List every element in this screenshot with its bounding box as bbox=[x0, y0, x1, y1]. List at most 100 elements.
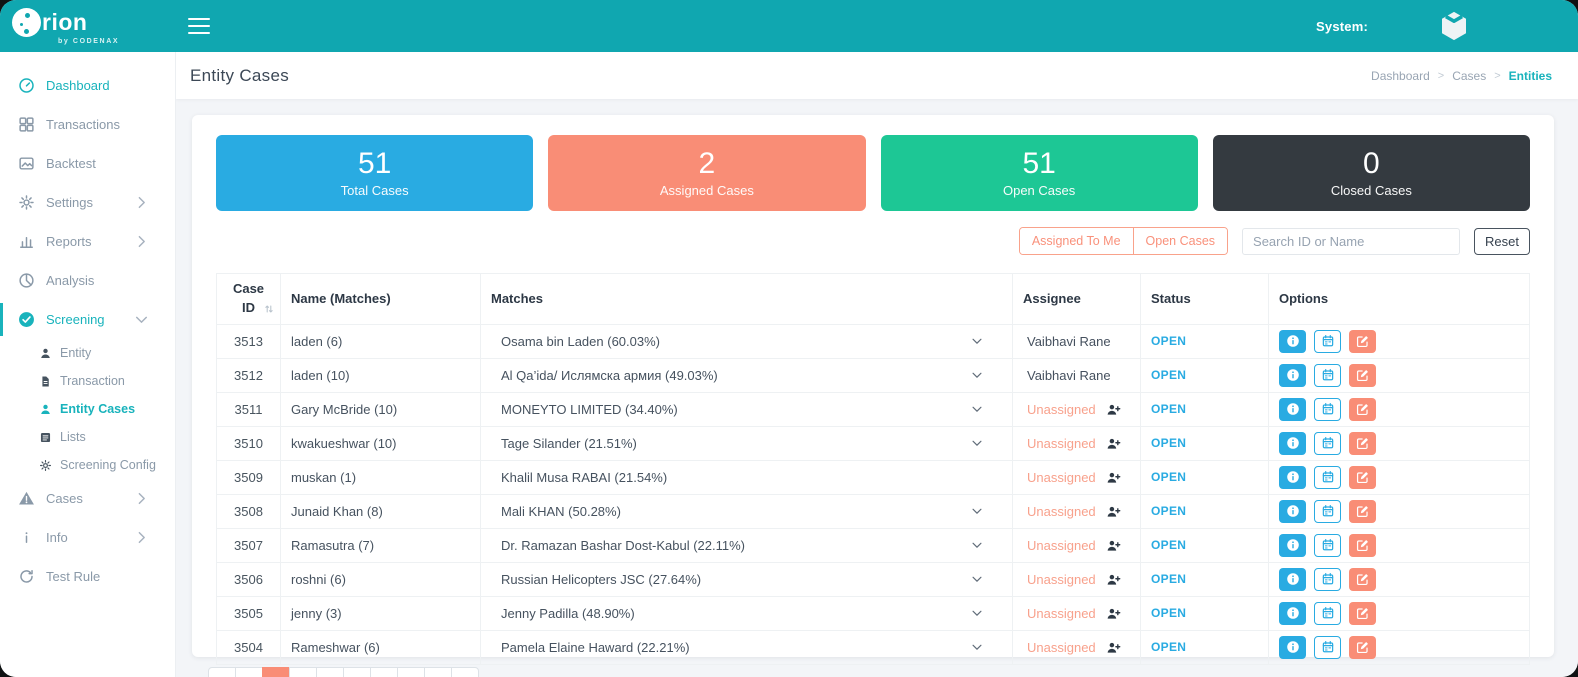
breadcrumb-entities[interactable]: Entities bbox=[1509, 69, 1552, 83]
system-package-icon[interactable] bbox=[1436, 8, 1472, 44]
expand-matches-icon[interactable] bbox=[970, 402, 984, 416]
sidebar-subitem-entity-cases[interactable]: Entity Cases bbox=[0, 395, 175, 423]
sidebar-item-analysis[interactable]: Analysis bbox=[0, 261, 175, 300]
open-cases-button[interactable]: Open Cases bbox=[1133, 228, 1227, 254]
assign-user-icon[interactable] bbox=[1106, 436, 1121, 451]
reset-button[interactable]: Reset bbox=[1474, 228, 1530, 255]
edit-button[interactable] bbox=[1349, 432, 1376, 455]
cell-case-id: 3511 bbox=[217, 392, 281, 426]
expand-matches-icon[interactable] bbox=[970, 640, 984, 654]
stat-card-closed-cases[interactable]: 0Closed Cases bbox=[1213, 135, 1530, 211]
edit-button[interactable] bbox=[1349, 636, 1376, 659]
edit-button[interactable] bbox=[1349, 500, 1376, 523]
edit-button[interactable] bbox=[1349, 602, 1376, 625]
calendar-button[interactable] bbox=[1314, 602, 1341, 625]
assign-user-icon[interactable] bbox=[1106, 504, 1121, 519]
expand-matches-icon[interactable] bbox=[970, 572, 984, 586]
sidebar-item-settings[interactable]: Settings bbox=[0, 183, 175, 222]
pagination-page[interactable] bbox=[343, 667, 371, 677]
sidebar-item-backtest[interactable]: Backtest bbox=[0, 144, 175, 183]
filter-row: Assigned To Me Open Cases Reset bbox=[216, 227, 1530, 255]
breadcrumb-dashboard[interactable]: Dashboard bbox=[1371, 69, 1430, 83]
edit-button[interactable] bbox=[1349, 466, 1376, 489]
stat-card-open-cases[interactable]: 51Open Cases bbox=[881, 135, 1198, 211]
calendar-button[interactable] bbox=[1314, 330, 1341, 353]
expand-matches-icon[interactable] bbox=[970, 538, 984, 552]
edit-button[interactable] bbox=[1349, 534, 1376, 557]
sidebar-item-reports[interactable]: Reports bbox=[0, 222, 175, 261]
sidebar-item-screening[interactable]: Screening bbox=[0, 300, 175, 339]
pagination-page[interactable] bbox=[208, 667, 236, 677]
expand-matches-icon[interactable] bbox=[970, 368, 984, 382]
info-button[interactable] bbox=[1279, 568, 1306, 591]
assign-user-icon[interactable] bbox=[1106, 470, 1121, 485]
info-button[interactable] bbox=[1279, 602, 1306, 625]
info-button[interactable] bbox=[1279, 500, 1306, 523]
brand-logo[interactable]: rion by CODENAX bbox=[0, 0, 176, 52]
pagination-page[interactable] bbox=[316, 667, 344, 677]
sidebar-item-transactions[interactable]: Transactions bbox=[0, 105, 175, 144]
sidebar-item-dashboard[interactable]: Dashboard bbox=[0, 66, 175, 105]
menu-icon[interactable] bbox=[188, 18, 210, 34]
pagination-page[interactable] bbox=[451, 667, 479, 677]
cell-options bbox=[1269, 460, 1530, 494]
assign-user-icon[interactable] bbox=[1106, 640, 1121, 655]
pagination-page[interactable] bbox=[289, 667, 317, 677]
calendar-button[interactable] bbox=[1314, 466, 1341, 489]
assign-user-icon[interactable] bbox=[1106, 606, 1121, 621]
pagination-page[interactable] bbox=[397, 667, 425, 677]
info-button[interactable] bbox=[1279, 432, 1306, 455]
info-button[interactable] bbox=[1279, 398, 1306, 421]
stat-card-total-cases[interactable]: 51Total Cases bbox=[216, 135, 533, 211]
sidebar-item-info[interactable]: Info bbox=[0, 518, 175, 557]
sidebar-nav: DashboardTransactionsBacktestSettingsRep… bbox=[0, 66, 175, 596]
info-button[interactable] bbox=[1279, 364, 1306, 387]
assign-user-icon[interactable] bbox=[1106, 402, 1121, 417]
sort-icon[interactable] bbox=[263, 303, 275, 315]
assignee-name: Unassigned bbox=[1027, 402, 1096, 417]
calendar-button[interactable] bbox=[1314, 432, 1341, 455]
calendar-button[interactable] bbox=[1314, 534, 1341, 557]
info-button[interactable] bbox=[1279, 330, 1306, 353]
breadcrumb-cases[interactable]: Cases bbox=[1452, 69, 1486, 83]
edit-button[interactable] bbox=[1349, 398, 1376, 421]
calendar-button[interactable] bbox=[1314, 568, 1341, 591]
pagination-page[interactable] bbox=[235, 667, 263, 677]
expand-matches-icon[interactable] bbox=[970, 504, 984, 518]
pagination-page[interactable] bbox=[262, 667, 290, 677]
expand-matches-icon[interactable] bbox=[970, 436, 984, 450]
cell-name: muskan (1) bbox=[281, 460, 481, 494]
page-title: Entity Cases bbox=[190, 66, 289, 86]
column-header-case-id[interactable]: Case ID bbox=[217, 274, 281, 325]
assigned-to-me-button[interactable]: Assigned To Me bbox=[1020, 228, 1133, 254]
barchart-icon bbox=[18, 233, 35, 250]
calendar-button[interactable] bbox=[1314, 500, 1341, 523]
sidebar-item-test-rule[interactable]: Test Rule bbox=[0, 557, 175, 596]
info-button[interactable] bbox=[1279, 636, 1306, 659]
calendar-button[interactable] bbox=[1314, 398, 1341, 421]
search-input[interactable] bbox=[1242, 228, 1460, 255]
pagination-page[interactable] bbox=[424, 667, 452, 677]
sidebar-subitem-entity[interactable]: Entity bbox=[0, 339, 175, 367]
edit-button[interactable] bbox=[1349, 568, 1376, 591]
table-row: 3508Junaid Khan (8)Mali KHAN (50.28%)Una… bbox=[217, 494, 1530, 528]
expand-matches-icon[interactable] bbox=[970, 334, 984, 348]
info-button[interactable] bbox=[1279, 466, 1306, 489]
edit-button[interactable] bbox=[1349, 330, 1376, 353]
assignee-name: Unassigned bbox=[1027, 538, 1096, 553]
cell-options bbox=[1269, 392, 1530, 426]
expand-matches-icon[interactable] bbox=[970, 606, 984, 620]
assign-user-icon[interactable] bbox=[1106, 538, 1121, 553]
assign-user-icon[interactable] bbox=[1106, 572, 1121, 587]
stat-card-assigned-cases[interactable]: 2Assigned Cases bbox=[548, 135, 865, 211]
info-icon bbox=[1286, 436, 1300, 450]
info-button[interactable] bbox=[1279, 534, 1306, 557]
sidebar-subitem-lists[interactable]: Lists bbox=[0, 423, 175, 451]
sidebar-item-cases[interactable]: Cases bbox=[0, 479, 175, 518]
edit-button[interactable] bbox=[1349, 364, 1376, 387]
pagination-page[interactable] bbox=[370, 667, 398, 677]
sidebar-subitem-screening-config[interactable]: Screening Config bbox=[0, 451, 175, 479]
sidebar-subitem-transaction[interactable]: Transaction bbox=[0, 367, 175, 395]
calendar-button[interactable] bbox=[1314, 636, 1341, 659]
calendar-button[interactable] bbox=[1314, 364, 1341, 387]
